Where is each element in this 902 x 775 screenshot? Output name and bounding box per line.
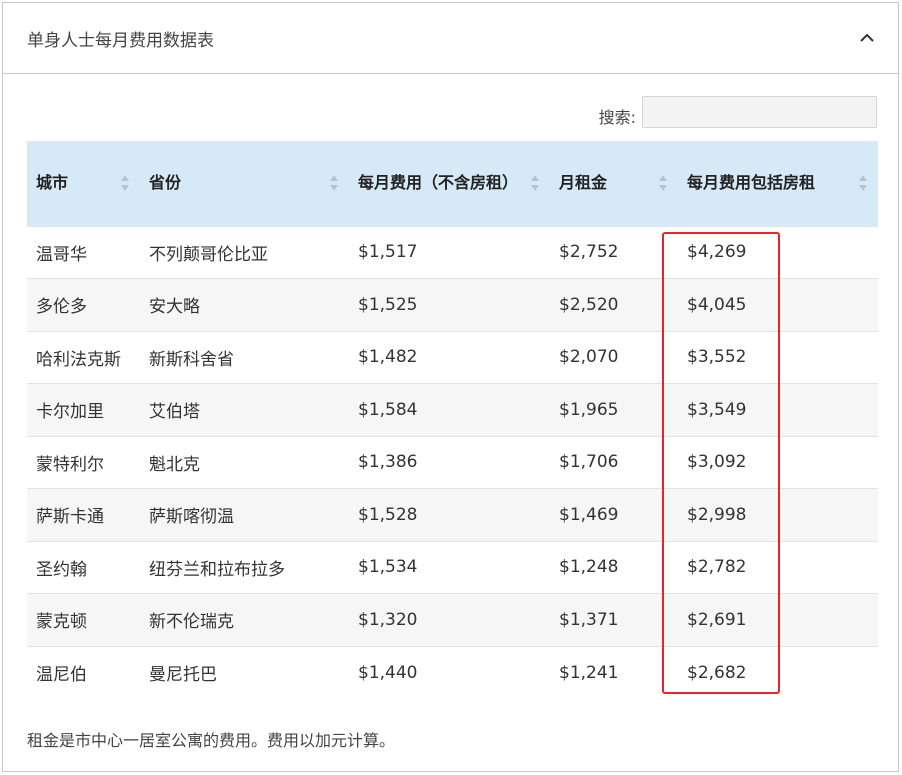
table-row: 圣约翰 纽芬兰和拉布拉多 $1,534 $1,248 $2,782	[27, 540, 878, 594]
cell-cost-incl-rent: $3,092	[678, 435, 878, 489]
column-header-label: 省份	[149, 173, 182, 193]
sort-icon	[121, 175, 129, 192]
cell-province: 不列颠哥伦比亚	[140, 225, 349, 279]
column-header-city[interactable]: 城市	[27, 141, 140, 226]
cell-city: 蒙特利尔	[27, 435, 140, 489]
cell-cost-incl-rent: $2,691	[678, 593, 878, 646]
column-header-monthly-cost-excl-rent[interactable]: 每月费用（不含房租）	[349, 141, 550, 226]
cell-city: 多伦多	[27, 278, 140, 331]
table-header-row: 城市 省份 每月费用（不含房租） 月租金 每月费用包括房租	[27, 141, 878, 226]
chevron-up-icon[interactable]	[856, 27, 878, 49]
cell-cost-excl-rent: $1,525	[349, 278, 550, 331]
column-header-label: 城市	[36, 173, 69, 193]
cell-rent: $2,752	[550, 225, 678, 279]
cell-cost-excl-rent: $1,534	[349, 540, 550, 594]
cell-province: 艾伯塔	[140, 383, 349, 436]
cell-cost-incl-rent: $2,682	[678, 645, 878, 699]
panel-header[interactable]: 单身人士每月费用数据表	[3, 3, 898, 74]
table-row: 温哥华 不列颠哥伦比亚 $1,517 $2,752 $4,269	[27, 225, 878, 279]
column-header-province[interactable]: 省份	[140, 141, 349, 226]
cell-province: 纽芬兰和拉布拉多	[140, 540, 349, 594]
sort-icon	[659, 175, 667, 192]
cell-cost-incl-rent: $4,045	[678, 278, 878, 331]
cost-table: 城市 省份 每月费用（不含房租） 月租金 每月费用包括房租 温哥华 不列颠哥伦比亚…	[27, 141, 878, 699]
search-row: 搜索:	[3, 96, 898, 132]
column-header-monthly-rent[interactable]: 月租金	[550, 141, 678, 226]
cell-province: 新斯科舍省	[140, 330, 349, 384]
table-row: 萨斯卡通 萨斯喀彻温 $1,528 $1,469 $2,998	[27, 488, 878, 541]
cell-rent: $2,520	[550, 278, 678, 331]
sort-icon	[330, 175, 338, 192]
cell-city: 圣约翰	[27, 540, 140, 594]
sort-icon	[859, 175, 867, 192]
sort-icon	[531, 175, 539, 192]
cell-city: 萨斯卡通	[27, 488, 140, 541]
cell-cost-excl-rent: $1,528	[349, 488, 550, 541]
cell-city: 蒙克顿	[27, 593, 140, 646]
table-row: 蒙克顿 新不伦瑞克 $1,320 $1,371 $2,691	[27, 593, 878, 646]
cell-cost-incl-rent: $3,552	[678, 330, 878, 384]
cell-rent: $1,469	[550, 488, 678, 541]
cell-province: 曼尼托巴	[140, 645, 349, 699]
table-row: 多伦多 安大略 $1,525 $2,520 $4,045	[27, 278, 878, 331]
cell-cost-incl-rent: $3,549	[678, 383, 878, 436]
cell-rent: $2,070	[550, 330, 678, 384]
cell-city: 温尼伯	[27, 645, 140, 699]
cell-city: 温哥华	[27, 225, 140, 279]
cell-rent: $1,241	[550, 645, 678, 699]
data-table-panel: 单身人士每月费用数据表 搜索: 城市 省份 每月费用（不含房租） 月租金 每月费…	[2, 2, 899, 772]
search-label: 搜索:	[598, 108, 636, 127]
cell-cost-excl-rent: $1,440	[349, 645, 550, 699]
cell-rent: $1,371	[550, 593, 678, 646]
column-header-label: 每月费用（不含房租）	[358, 173, 519, 193]
cell-rent: $1,706	[550, 435, 678, 489]
cell-cost-incl-rent: $4,269	[678, 225, 878, 279]
cell-province: 萨斯喀彻温	[140, 488, 349, 541]
cell-rent: $1,965	[550, 383, 678, 436]
cell-cost-excl-rent: $1,482	[349, 330, 550, 384]
table-row: 蒙特利尔 魁北克 $1,386 $1,706 $3,092	[27, 435, 878, 489]
search-input[interactable]	[642, 96, 877, 128]
panel-title: 单身人士每月费用数据表	[27, 31, 214, 51]
cell-city: 哈利法克斯	[27, 330, 140, 384]
cell-province: 安大略	[140, 278, 349, 331]
cell-cost-excl-rent: $1,320	[349, 593, 550, 646]
table-row: 卡尔加里 艾伯塔 $1,584 $1,965 $3,549	[27, 383, 878, 436]
cell-province: 魁北克	[140, 435, 349, 489]
table-row: 温尼伯 曼尼托巴 $1,440 $1,241 $2,682	[27, 645, 878, 699]
cell-city: 卡尔加里	[27, 383, 140, 436]
column-header-monthly-cost-incl-rent[interactable]: 每月费用包括房租	[678, 141, 878, 226]
table-row: 哈利法克斯 新斯科舍省 $1,482 $2,070 $3,552	[27, 330, 878, 384]
cell-province: 新不伦瑞克	[140, 593, 349, 646]
cell-cost-excl-rent: $1,517	[349, 225, 550, 279]
cell-cost-incl-rent: $2,782	[678, 540, 878, 594]
cell-rent: $1,248	[550, 540, 678, 594]
column-header-label: 每月费用包括房租	[687, 173, 816, 193]
cell-cost-excl-rent: $1,386	[349, 435, 550, 489]
column-header-label: 月租金	[559, 173, 608, 193]
footnote: 租金是市中心一居室公寓的费用。费用以加元计算。	[27, 731, 396, 750]
cell-cost-incl-rent: $2,998	[678, 488, 878, 541]
cell-cost-excl-rent: $1,584	[349, 383, 550, 436]
